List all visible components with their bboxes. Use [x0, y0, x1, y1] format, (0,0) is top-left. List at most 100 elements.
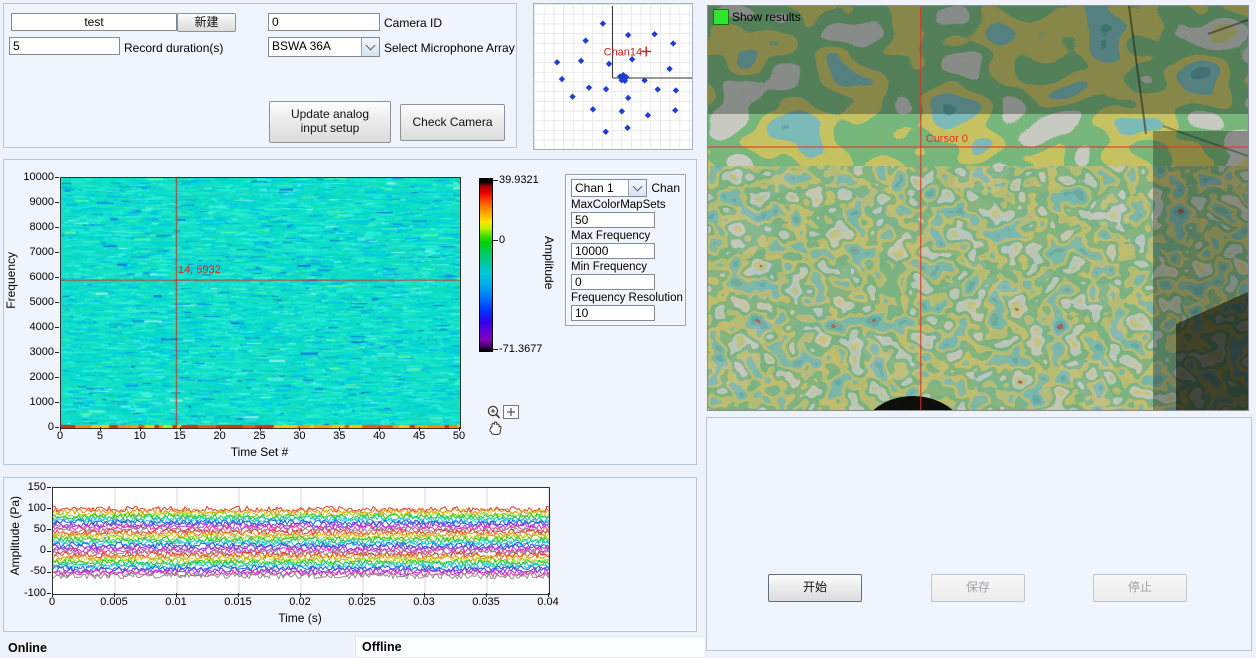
- tick-label: 10000: [14, 171, 54, 183]
- new-button[interactable]: 新建: [177, 13, 236, 32]
- actions-panel: 开始 保存 停止: [706, 417, 1252, 651]
- tick-mark: [176, 593, 177, 597]
- min-frequency-input[interactable]: [571, 274, 655, 290]
- tick-label: 25: [245, 430, 275, 442]
- tick-label: 0.025: [342, 596, 382, 608]
- cursor-tool-icon[interactable]: [504, 406, 519, 419]
- tick-mark: [47, 508, 51, 509]
- beamform-controls-group: Chan 1 Chan MaxColorMapSets Max Frequenc…: [565, 174, 686, 326]
- tick-label: 40: [364, 430, 394, 442]
- tick-mark: [419, 427, 420, 431]
- max-colormap-input[interactable]: [571, 212, 655, 228]
- check-camera-button[interactable]: Check Camera: [400, 104, 505, 141]
- tick-label: 20: [205, 430, 235, 442]
- tick-mark: [55, 202, 59, 203]
- setup-panel: 新建 Record duration(s) Camera ID BSWA 36A…: [3, 3, 517, 148]
- tick-label: 0.005: [94, 596, 134, 608]
- tick-mark: [548, 593, 549, 597]
- tick-mark: [60, 427, 61, 431]
- tick-label: 4000: [14, 321, 54, 333]
- colorbar-max-label: 39.9321: [499, 174, 539, 186]
- colorbar-tick: [493, 180, 498, 181]
- tick-mark: [140, 427, 141, 431]
- tick-label: 0.03: [404, 596, 444, 608]
- spectrogram-heatmap: [61, 178, 460, 428]
- tick-mark: [424, 593, 425, 597]
- camera-id-label: Camera ID: [384, 16, 442, 30]
- tick-label: 100: [16, 502, 46, 514]
- tick-label: 3000: [14, 346, 54, 358]
- show-results-led[interactable]: [713, 9, 729, 25]
- tick-label: 9000: [14, 196, 54, 208]
- tick-label: 2000: [14, 371, 54, 383]
- colorbar-title: Amplitude: [542, 236, 556, 289]
- tick-mark: [55, 252, 59, 253]
- acoustic-camera-image[interactable]: Cursor 0 Show results: [707, 5, 1249, 411]
- status-offline-label: Offline: [356, 640, 402, 654]
- chevron-down-icon: [366, 41, 376, 51]
- tick-mark: [55, 327, 59, 328]
- tick-mark: [47, 487, 51, 488]
- colorbar-tick: [493, 349, 498, 350]
- record-duration-input[interactable]: [9, 37, 120, 55]
- tick-label: 0.02: [280, 596, 320, 608]
- tick-mark: [260, 427, 261, 431]
- channel-dropdown[interactable]: Chan 1: [571, 179, 647, 197]
- tick-label: 50: [16, 523, 46, 535]
- chevron-down-icon: [633, 182, 643, 192]
- waveform-plot[interactable]: [52, 487, 550, 595]
- mic-array-plot[interactable]: Chan14: [533, 3, 693, 150]
- zoom-tool-icon[interactable]: [488, 406, 499, 418]
- test-name-input[interactable]: [11, 13, 177, 31]
- dropdown-arrow-button[interactable]: [628, 180, 646, 196]
- tick-label: 0: [16, 544, 46, 556]
- camera-id-input[interactable]: [268, 13, 380, 31]
- colorbar-min-label: -71.3677: [499, 343, 542, 355]
- tick-label: 0.035: [466, 596, 506, 608]
- tick-label: 30: [284, 430, 314, 442]
- tick-mark: [47, 551, 51, 552]
- tick-label: 35: [324, 430, 354, 442]
- update-analog-input-button[interactable]: Update analog input setup: [269, 101, 391, 143]
- tick-mark: [55, 227, 59, 228]
- min-frequency-label: Min Frequency: [571, 261, 680, 273]
- tick-mark: [52, 593, 53, 597]
- tick-mark: [379, 427, 380, 431]
- tick-mark: [47, 529, 51, 530]
- dropdown-arrow-button[interactable]: [361, 38, 379, 56]
- status-online-label: Online: [8, 641, 47, 655]
- waveform-traces: [53, 488, 549, 594]
- tick-label: 7000: [14, 246, 54, 258]
- tick-mark: [47, 572, 51, 573]
- tick-mark: [299, 427, 300, 431]
- colorbar: [479, 178, 493, 352]
- channel-value: Chan 1: [572, 180, 628, 196]
- pan-hand-tool-icon[interactable]: [490, 422, 501, 435]
- channel-label: Chan: [651, 181, 680, 195]
- tick-label: 10: [125, 430, 155, 442]
- mic-array-label: Select Microphone Array: [384, 41, 515, 55]
- spectrogram-xlabel: Time Set #: [60, 445, 459, 459]
- waveform-xlabel: Time (s): [52, 611, 548, 625]
- acoustic-map-overlay: Cursor 0: [708, 6, 1248, 410]
- tick-label: 8000: [14, 221, 54, 233]
- mic-array-dropdown[interactable]: BSWA 36A: [268, 37, 380, 57]
- tick-label: 1000: [14, 396, 54, 408]
- tick-label: 5: [85, 430, 115, 442]
- stop-button[interactable]: 停止: [1093, 574, 1187, 602]
- max-colormap-label: MaxColorMapSets: [571, 199, 680, 211]
- tick-label: 150: [16, 481, 46, 493]
- spectrogram-plot[interactable]: [60, 177, 461, 429]
- max-frequency-input[interactable]: [571, 243, 655, 259]
- start-button[interactable]: 开始: [768, 574, 862, 602]
- frequency-resolution-input[interactable]: [571, 305, 655, 321]
- max-frequency-label: Max Frequency: [571, 230, 680, 242]
- tick-mark: [55, 177, 59, 178]
- tick-mark: [220, 427, 221, 431]
- save-button[interactable]: 保存: [931, 574, 1025, 602]
- tick-mark: [47, 593, 51, 594]
- spectrogram-cursor-label: 14, 5932: [178, 264, 221, 276]
- mic-array-scatter: Chan14: [534, 4, 692, 149]
- tick-mark: [55, 427, 59, 428]
- colorbar-tick: [493, 240, 498, 241]
